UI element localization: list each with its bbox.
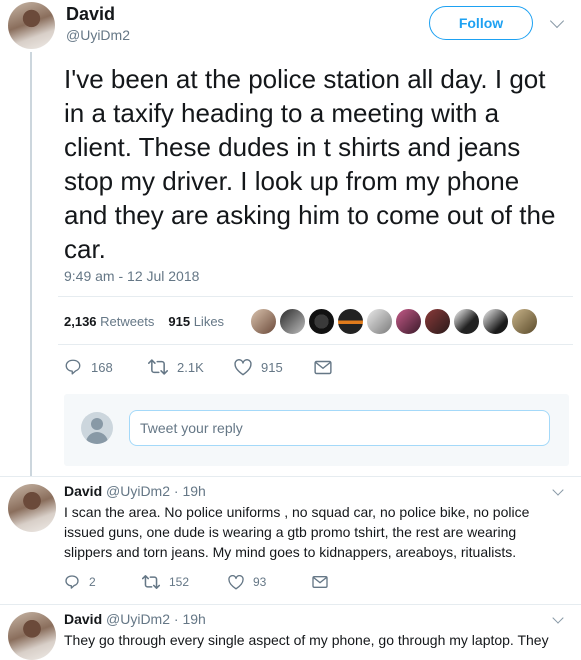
retweet-count: 152 [169, 575, 190, 589]
current-user-avatar[interactable] [81, 412, 113, 444]
liker-avatar[interactable] [482, 308, 509, 335]
like-count: 915 [261, 359, 283, 375]
liker-avatar[interactable] [511, 308, 538, 335]
envelope-icon [312, 576, 328, 588]
likers-avatars [250, 308, 538, 335]
tweet-text: I scan the area. No police uniforms , no… [64, 504, 530, 560]
author-avatar[interactable] [8, 612, 56, 660]
like-button[interactable]: 93 [228, 574, 312, 590]
retweets-label: Retweets [100, 314, 155, 329]
reply-icon [65, 575, 79, 589]
thread-line [30, 52, 32, 477]
author-name[interactable]: David [64, 483, 102, 499]
tweet-header: David @UyiDm2 · 19h [64, 611, 206, 627]
likes-count: 915 [168, 314, 191, 329]
author-handle[interactable]: @UyiDm2 [66, 27, 130, 43]
liker-avatar[interactable] [308, 308, 335, 335]
tweet-actions: 168 2.1K 915 [64, 358, 332, 376]
retweet-button[interactable]: 152 [142, 574, 228, 590]
reply-count: 168 [91, 359, 113, 375]
reply-compose-area: Tweet your reply [64, 394, 569, 466]
reply-count: 2 [89, 575, 96, 589]
divider [58, 296, 573, 297]
liker-avatar[interactable] [453, 308, 480, 335]
tweet-header: David @UyiDm2 · 19h [64, 483, 206, 499]
chevron-down-icon[interactable] [552, 612, 564, 624]
author-handle[interactable]: @UyiDm2 [106, 483, 170, 499]
tweet-actions: 2 152 93 [64, 574, 328, 590]
avatar-body [86, 432, 108, 444]
reply-icon [65, 359, 81, 375]
retweet-icon [142, 575, 160, 589]
retweets-count: 2,136 [64, 314, 97, 329]
liker-avatar[interactable] [366, 308, 393, 335]
tweet-text: They go through every single aspect of m… [64, 632, 549, 648]
liker-avatar[interactable] [337, 308, 364, 335]
reply-input[interactable]: Tweet your reply [129, 410, 550, 446]
tweet-stats: 2,136 Retweets 915 Likes [64, 314, 224, 329]
chevron-down-icon[interactable] [552, 484, 564, 496]
avatar-head [91, 418, 103, 430]
retweet-icon [148, 359, 168, 375]
retweet-count: 2.1K [177, 359, 204, 375]
author-avatar[interactable] [8, 2, 55, 49]
message-button[interactable] [314, 360, 332, 375]
author-handle[interactable]: @UyiDm2 [106, 611, 170, 627]
liker-avatar[interactable] [279, 308, 306, 335]
separator [0, 476, 581, 477]
tweet-time[interactable]: · 19h [174, 611, 206, 627]
retweets-stat[interactable]: 2,136 Retweets [64, 314, 154, 329]
liker-avatar[interactable] [424, 308, 451, 335]
author-avatar[interactable] [8, 484, 56, 532]
heart-icon [228, 574, 244, 589]
likes-label: Likes [193, 314, 225, 329]
reply-button[interactable]: 168 [64, 358, 148, 376]
likes-stat[interactable]: 915 Likes [168, 314, 224, 329]
author-name[interactable]: David [64, 611, 102, 627]
chevron-down-icon[interactable] [549, 13, 565, 29]
tweet-time[interactable]: · 19h [174, 483, 206, 499]
follow-button[interactable]: Follow [429, 6, 533, 40]
like-button[interactable]: 915 [234, 358, 314, 376]
message-button[interactable] [312, 575, 328, 589]
divider [58, 344, 573, 345]
author-name[interactable]: David [66, 4, 115, 25]
tweet-text: I've been at the police station all day.… [64, 64, 556, 264]
retweet-button[interactable]: 2.1K [148, 358, 234, 376]
like-count: 93 [253, 575, 267, 589]
liker-avatar[interactable] [395, 308, 422, 335]
separator [0, 604, 581, 605]
reply-button[interactable]: 2 [64, 574, 142, 590]
liker-avatar[interactable] [250, 308, 277, 335]
tweet-timestamp[interactable]: 9:49 am - 12 Jul 2018 [64, 268, 199, 284]
envelope-icon [314, 360, 332, 374]
heart-icon [234, 358, 252, 375]
